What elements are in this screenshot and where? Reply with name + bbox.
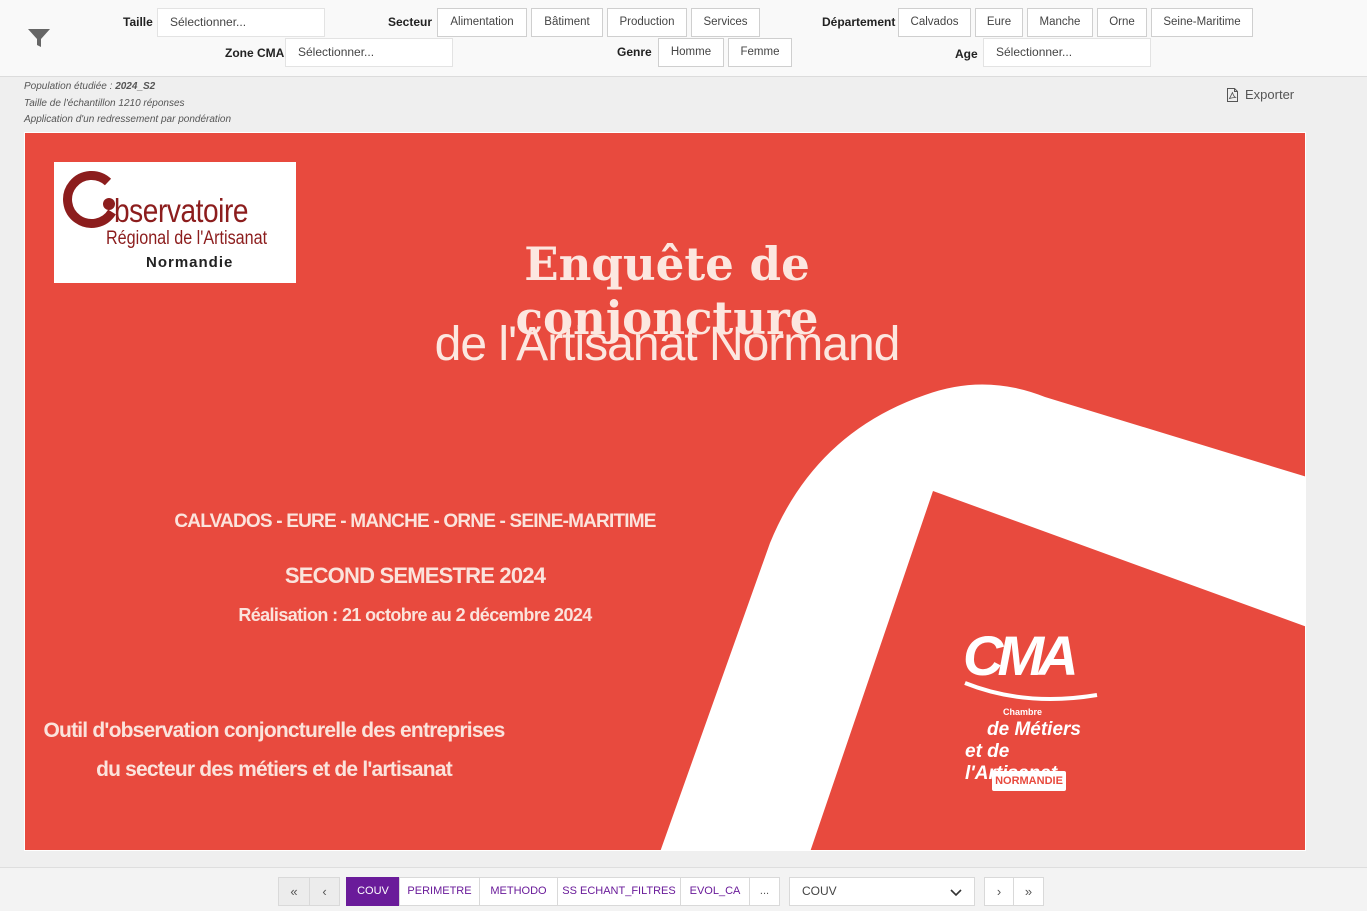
departement-chip-calvados[interactable]: Calvados bbox=[898, 8, 971, 37]
cma-metiers: de Métiers bbox=[987, 719, 1081, 740]
sample-info: Taille de l'échantillon 1210 réponses bbox=[24, 98, 185, 109]
logo-line-normandie: Normandie bbox=[146, 254, 234, 271]
page-navigation: « ‹ COUV PERIMETRE METHODO SS ECHANT_FIL… bbox=[0, 867, 1367, 911]
secteur-chip-alimentation[interactable]: Alimentation bbox=[437, 8, 527, 37]
cma-region-badge: NORMANDIE bbox=[992, 771, 1066, 791]
outil-description-line2: du secteur des métiers et de l'artisanat bbox=[96, 758, 453, 781]
departement-chip-seine-maritime[interactable]: Seine-Maritime bbox=[1151, 8, 1253, 37]
semestre-heading: SECOND SEMESTRE 2024 bbox=[284, 563, 546, 588]
prev-page-button[interactable]: ‹ bbox=[309, 877, 340, 906]
first-page-button[interactable]: « bbox=[278, 877, 310, 906]
tab-couv[interactable]: COUV bbox=[346, 877, 400, 906]
taille-select[interactable]: Sélectionner... bbox=[157, 8, 325, 37]
population-info: Population étudiée : 2024_S2 bbox=[24, 81, 155, 92]
genre-chip-femme[interactable]: Femme bbox=[728, 38, 792, 67]
tab-perimetre[interactable]: PERIMETRE bbox=[399, 877, 480, 906]
age-select[interactable]: Sélectionner... bbox=[983, 38, 1151, 67]
last-page-button[interactable]: » bbox=[1013, 877, 1044, 906]
tab-evol-ca[interactable]: EVOL_CA bbox=[680, 877, 750, 906]
cma-swoosh-icon bbox=[964, 681, 1098, 701]
departement-chip-eure[interactable]: Eure bbox=[975, 8, 1023, 37]
chevron-down-icon bbox=[950, 889, 962, 897]
observatoire-logo: bservatoire Régional de l'Artisanat Norm… bbox=[54, 162, 296, 283]
secteur-label: Secteur bbox=[388, 15, 433, 29]
slide-title-line2: de l'Artisanat Normand bbox=[434, 318, 901, 371]
weighting-info: Application d'un redressement par pondér… bbox=[24, 114, 232, 125]
taille-label: Taille bbox=[123, 15, 153, 29]
departement-chip-orne[interactable]: Orne bbox=[1097, 8, 1147, 37]
departement-label: Département bbox=[822, 15, 896, 29]
departement-chip-manche[interactable]: Manche bbox=[1027, 8, 1093, 37]
tab-methodo[interactable]: METHODO bbox=[479, 877, 558, 906]
age-label: Age bbox=[955, 47, 978, 61]
filter-funnel-icon[interactable] bbox=[27, 28, 51, 48]
cma-chambre: Chambre bbox=[1003, 707, 1043, 717]
logo-line-regional: Régional de l'Artisanat bbox=[106, 228, 268, 249]
tab-ss-echant-filtres[interactable]: SS ECHANT_FILTRES bbox=[557, 877, 681, 906]
genre-label: Genre bbox=[617, 45, 652, 59]
cover-slide: bservatoire Régional de l'Artisanat Norm… bbox=[24, 132, 1306, 851]
logo-line-observatoire: bservatoire bbox=[114, 192, 249, 229]
outil-description-line1: Outil d'observation conjoncturelle des e… bbox=[43, 719, 506, 742]
realisation-dates: Réalisation : 21 octobre au 2 décembre 2… bbox=[238, 605, 592, 625]
filter-bar: Taille Sélectionner... Zone CMA Sélectio… bbox=[0, 0, 1367, 77]
departements-list: CALVADOS - EURE - MANCHE - ORNE - SEINE-… bbox=[174, 511, 656, 532]
cma-logo: CMA Chambre de Métiers et de l'Artisanat… bbox=[955, 623, 1105, 798]
secteur-chip-services[interactable]: Services bbox=[691, 8, 760, 37]
secteur-chip-batiment[interactable]: Bâtiment bbox=[531, 8, 603, 37]
pdf-file-icon bbox=[1227, 87, 1238, 102]
genre-chip-homme[interactable]: Homme bbox=[658, 38, 724, 67]
secteur-chip-production[interactable]: Production bbox=[607, 8, 687, 37]
page-select-value: COUV bbox=[802, 884, 837, 898]
export-label: Exporter bbox=[1245, 87, 1295, 102]
next-page-button[interactable]: › bbox=[984, 877, 1014, 906]
observatoire-swirl-icon bbox=[63, 171, 116, 228]
export-button[interactable]: Exporter bbox=[1226, 87, 1294, 102]
zone-cma-select[interactable]: Sélectionner... bbox=[285, 38, 453, 67]
population-prefix: Population étudiée : bbox=[24, 81, 116, 92]
population-value: 2024_S2 bbox=[115, 81, 156, 92]
page-select[interactable]: COUV bbox=[789, 877, 975, 906]
zone-cma-label: Zone CMA bbox=[225, 46, 285, 60]
tab-more[interactable]: ... bbox=[749, 877, 780, 906]
